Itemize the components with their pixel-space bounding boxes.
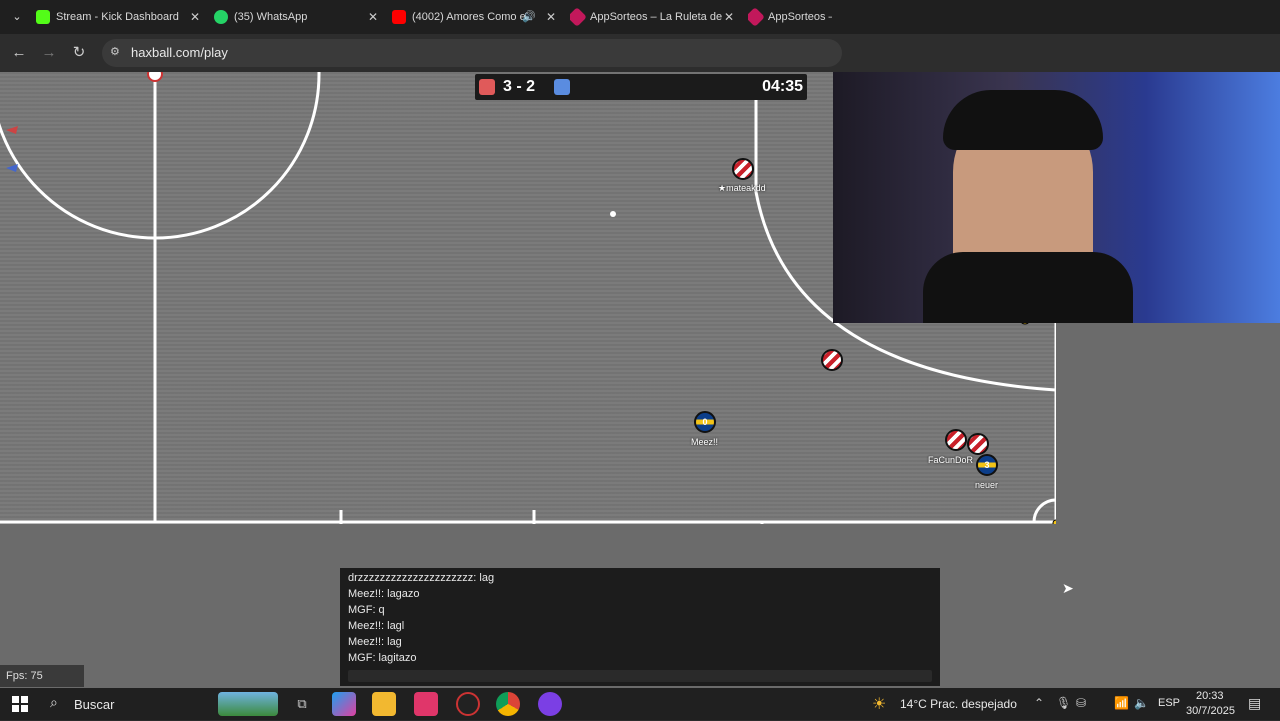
player-name: neuer bbox=[975, 480, 999, 490]
tab-label: (4002) Amores Como el bbox=[412, 11, 529, 23]
tab-kick-dashboard[interactable]: Stream - Kick Dashboard ✕ bbox=[36, 4, 204, 30]
player-disc bbox=[821, 349, 843, 371]
network-icon[interactable]: ⛁ bbox=[1076, 696, 1086, 710]
whatsapp-icon bbox=[214, 10, 228, 25]
chat-panel: drzzzzzzzzzzzzzzzzzzzzz: lag Meez!!: lag… bbox=[340, 568, 940, 686]
search-highlight-image[interactable] bbox=[218, 692, 278, 716]
microphone-icon[interactable]: 🎙 bbox=[1056, 696, 1071, 710]
windows-start-icon[interactable] bbox=[8, 692, 32, 716]
chat-message: drzzzzzzzzzzzzzzzzzzzzz: lag bbox=[348, 572, 495, 584]
weather-text[interactable]: 14°C Prac. despejado bbox=[900, 697, 1017, 711]
scoreboard: 3 - 2 04:35 bbox=[475, 74, 807, 100]
player-disc: 0 bbox=[694, 411, 716, 433]
volume-icon[interactable]: 🔈 bbox=[1134, 696, 1149, 710]
copilot-icon[interactable] bbox=[332, 692, 356, 716]
app-icon[interactable] bbox=[456, 692, 480, 716]
speaker-icon[interactable]: 🔊 bbox=[522, 4, 536, 30]
clock-date[interactable]: 30/7/2025 bbox=[1186, 705, 1235, 717]
tab-youtube[interactable]: (4002) Amores Como el 🔊 ✕ bbox=[392, 4, 560, 30]
red-team-badge bbox=[479, 79, 495, 95]
tab-appsorteos-1[interactable]: AppSorteos – La Ruleta de ✕ bbox=[570, 4, 738, 30]
chat-message: MGF: lagitazo bbox=[348, 652, 417, 664]
chevron-up-icon[interactable]: ⌃ bbox=[1034, 696, 1044, 710]
chat-message: MGF: q bbox=[348, 604, 385, 616]
notifications-icon[interactable]: ▤ bbox=[1248, 695, 1261, 712]
task-view-icon[interactable]: ⧉ bbox=[290, 692, 314, 716]
youtube-icon bbox=[392, 10, 406, 25]
tab-strip: ⌄ Stream - Kick Dashboard ✕ (35) WhatsAp… bbox=[0, 0, 1280, 34]
browser-toolbar: ← → ↻ ⚙ haxball.com/play bbox=[0, 34, 1280, 72]
mouse-cursor-icon: ➤ bbox=[1062, 580, 1074, 596]
search-icon: ⌕ bbox=[50, 694, 58, 710]
streamer-hair bbox=[943, 90, 1103, 150]
fps-counter: Fps: 75 bbox=[0, 665, 84, 687]
tab-search-chevron-icon[interactable]: ⌄ bbox=[6, 6, 28, 28]
app-icon[interactable] bbox=[538, 692, 562, 716]
search-placeholder: Buscar bbox=[74, 697, 115, 712]
match-clock: 04:35 bbox=[762, 78, 803, 95]
tab-label: (35) WhatsApp bbox=[234, 11, 308, 23]
tab-label: AppSorteos – La Ruleta de bbox=[590, 11, 723, 23]
wifi-icon[interactable]: 📶 bbox=[1114, 696, 1129, 710]
url-text[interactable]: haxball.com/play bbox=[131, 39, 228, 67]
clock-time[interactable]: 20:33 bbox=[1196, 690, 1224, 702]
file-explorer-icon[interactable] bbox=[372, 692, 396, 716]
score-text: 3 - 2 bbox=[503, 78, 536, 95]
address-bar[interactable]: ⚙ haxball.com/play bbox=[102, 39, 842, 67]
tab-whatsapp[interactable]: (35) WhatsApp ✕ bbox=[214, 4, 382, 30]
close-tab-icon[interactable]: ✕ bbox=[546, 4, 556, 30]
player-disc bbox=[967, 433, 989, 455]
chat-input[interactable] bbox=[348, 670, 932, 682]
appsorteos-icon bbox=[570, 7, 587, 27]
site-settings-icon[interactable]: ⚙ bbox=[110, 45, 124, 59]
player-name: Meez!! bbox=[691, 437, 719, 447]
windows-taskbar: ⌕ Buscar ⧉ ☀ 14°C Prac. despejado ⌃ 🎙 ⛁ … bbox=[0, 688, 1280, 720]
tab-label: AppSorteos – bbox=[768, 11, 832, 23]
tab-appsorteos-2[interactable]: AppSorteos – bbox=[748, 4, 832, 30]
reload-icon[interactable]: ↻ bbox=[68, 42, 90, 64]
player-disc: 3 bbox=[976, 454, 998, 476]
player-disc bbox=[732, 158, 754, 180]
tab-label: Stream - Kick Dashboard bbox=[56, 11, 179, 23]
chrome-icon[interactable] bbox=[496, 692, 520, 716]
player-number: 3 bbox=[984, 460, 990, 470]
language-indicator[interactable]: ESP bbox=[1158, 697, 1180, 709]
app-icon[interactable] bbox=[414, 692, 438, 716]
taskbar-search[interactable]: ⌕ Buscar bbox=[44, 692, 214, 716]
weather-icon: ☀ bbox=[872, 696, 887, 713]
forward-arrow-icon[interactable]: → bbox=[38, 42, 60, 64]
chat-message: Meez!!: lag bbox=[348, 636, 402, 648]
blue-team-badge bbox=[554, 79, 570, 95]
player-disc bbox=[945, 429, 967, 451]
haxball-game[interactable]: 3 - 2 04:35 ★mateakdd 0 Meez!! FaCunDoR … bbox=[0, 72, 1280, 688]
close-tab-icon[interactable]: ✕ bbox=[190, 4, 200, 30]
chat-message: Meez!!: lagl bbox=[348, 620, 405, 632]
back-arrow-icon[interactable]: ← bbox=[8, 42, 30, 64]
chat-message: Meez!!: lagazo bbox=[348, 588, 420, 600]
close-tab-icon[interactable]: ✕ bbox=[368, 4, 378, 30]
player-name: ★mateakdd bbox=[718, 183, 766, 193]
webcam-overlay bbox=[833, 72, 1280, 323]
kick-icon bbox=[36, 10, 50, 25]
player-name: FaCunDoR bbox=[928, 455, 974, 465]
streamer-shirt bbox=[923, 252, 1133, 323]
player-number: 0 bbox=[702, 417, 708, 427]
close-tab-icon[interactable]: ✕ bbox=[724, 4, 734, 30]
appsorteos-icon bbox=[748, 7, 765, 27]
